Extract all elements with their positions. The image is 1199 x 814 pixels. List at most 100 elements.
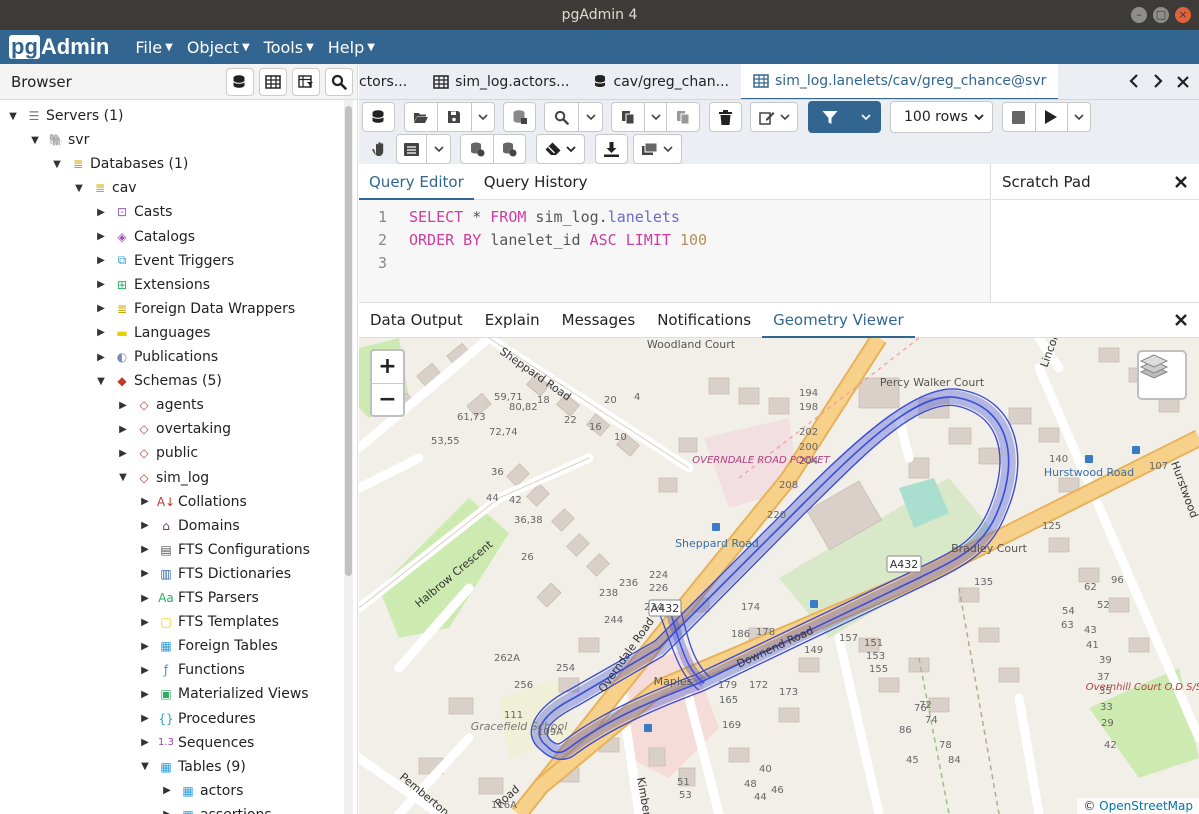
- tab-close-button[interactable]: [1177, 73, 1189, 92]
- tree-node[interactable]: ▶ ⊡ Casts: [94, 200, 172, 224]
- tree-node[interactable]: ▶ ◇ overtaking: [116, 417, 231, 441]
- tree-node[interactable]: ▶ ≣ Foreign Data Wrappers: [94, 297, 295, 321]
- tree-node[interactable]: ▶ ▦ Foreign Tables: [138, 634, 278, 658]
- tab-messages[interactable]: Messages: [551, 302, 647, 338]
- geometry-map[interactable]: Sheppard Road Halbrow Crescent Downend R…: [359, 338, 1199, 814]
- tree-node[interactable]: ▶ ▬ Languages: [94, 321, 210, 345]
- menu-file[interactable]: File ▼: [135, 38, 172, 57]
- rollback-button[interactable]: [493, 135, 525, 163]
- chevron-down-icon[interactable]: ▼: [138, 761, 152, 772]
- save-file-button[interactable]: [438, 103, 470, 131]
- chevron-right-icon[interactable]: ▶: [138, 544, 152, 555]
- tree-node[interactable]: ▶ ▦assertions: [160, 803, 272, 814]
- zoom-in-button[interactable]: +: [372, 351, 403, 383]
- view-data-button[interactable]: [259, 67, 287, 96]
- tree-node[interactable]: ▼ ☰ Servers (1): [6, 104, 123, 128]
- chevron-down-icon[interactable]: ▼: [50, 159, 64, 170]
- stop-button[interactable]: [1003, 103, 1035, 131]
- tree-node[interactable]: ▶ ▥ FTS Dictionaries: [138, 562, 291, 586]
- chevron-right-icon[interactable]: ▶: [138, 737, 152, 748]
- execute-button[interactable]: [1036, 103, 1068, 131]
- browser-scrollbar-thumb[interactable]: [345, 106, 352, 576]
- map-canvas[interactable]: Sheppard Road Halbrow Crescent Downend R…: [359, 338, 1199, 814]
- chevron-right-icon[interactable]: ▶: [160, 785, 174, 796]
- open-file-button[interactable]: [405, 103, 437, 131]
- tree-node[interactable]: ▶ ◇ agents: [116, 393, 204, 417]
- save-data-button[interactable]: [503, 102, 536, 132]
- tree-node[interactable]: ▶ Aa FTS Parsers: [138, 586, 259, 610]
- tree-node[interactable]: ▶ A↓ Collations: [138, 490, 247, 514]
- tab-explain[interactable]: Explain: [474, 302, 551, 338]
- chevron-right-icon[interactable]: ▶: [116, 424, 130, 435]
- tree-node[interactable]: ▼ ≣ cav: [72, 176, 136, 200]
- commit-button[interactable]: [461, 135, 493, 163]
- menu-help[interactable]: Help ▼: [328, 38, 375, 57]
- chevron-right-icon[interactable]: ▶: [138, 641, 152, 652]
- paste-button[interactable]: [667, 103, 699, 131]
- osm-attribution-link[interactable]: OpenStreetMap: [1099, 799, 1193, 813]
- explain-button[interactable]: [362, 134, 395, 164]
- tree-node[interactable]: ▶ ⌂ Domains: [138, 514, 239, 538]
- tab-sim-log-actors[interactable]: sim_log.actors...: [421, 64, 581, 99]
- download-csv-button[interactable]: [595, 134, 628, 164]
- tab-data-output[interactable]: Data Output: [359, 302, 474, 338]
- chevron-right-icon[interactable]: ▶: [94, 303, 108, 314]
- chevron-down-icon[interactable]: ▼: [94, 376, 108, 387]
- chevron-right-icon[interactable]: ▶: [138, 568, 152, 579]
- delete-button[interactable]: [709, 102, 742, 132]
- chevron-right-icon[interactable]: ▶: [116, 448, 130, 459]
- chevron-right-icon[interactable]: ▶: [138, 617, 152, 628]
- chevron-right-icon[interactable]: ▶: [138, 713, 152, 724]
- connection-status-button[interactable]: [362, 102, 395, 132]
- explain-dropdown-button[interactable]: [427, 135, 450, 163]
- tab-next-button[interactable]: [1153, 73, 1163, 92]
- macros-dropdown-button[interactable]: [633, 134, 682, 164]
- chevron-right-icon[interactable]: ▶: [138, 593, 152, 604]
- execute-dropdown-button[interactable]: [1068, 103, 1090, 131]
- tree-node[interactable]: ▶ ƒ Functions: [138, 658, 245, 682]
- chevron-down-icon[interactable]: ▼: [72, 183, 86, 194]
- tab-query-history[interactable]: Query History: [474, 164, 598, 200]
- rows-limit-select[interactable]: 100 rows: [890, 101, 993, 133]
- edit-dropdown-button[interactable]: [750, 102, 798, 132]
- find-dropdown-button[interactable]: [579, 103, 602, 131]
- tree-node[interactable]: ▶ ◐ Publications: [94, 345, 218, 369]
- find-button[interactable]: [545, 103, 578, 131]
- tree-node[interactable]: ▶ ▦ actors: [160, 779, 243, 803]
- tree-node[interactable]: ▶ 1.3 Sequences: [138, 731, 254, 755]
- tree-node[interactable]: ▼ ▦ Tables (9): [138, 755, 246, 779]
- tree-node[interactable]: ▶ ▣ Materialized Views: [138, 682, 308, 706]
- chevron-down-icon[interactable]: ▼: [116, 472, 130, 483]
- tab-actors-partial[interactable]: ctors...: [359, 64, 421, 99]
- sql-editor[interactable]: 1 SELECT * FROM sim_log. lanelets 2 ORDER BY…: [359, 200, 990, 302]
- menu-object[interactable]: Object ▼: [187, 38, 250, 57]
- minimize-button[interactable]: –: [1131, 7, 1147, 23]
- tree-node[interactable]: ▶ ▤ FTS Configurations: [138, 538, 310, 562]
- zoom-out-button[interactable]: −: [372, 383, 403, 415]
- tab-query-cav[interactable]: cav/greg_chan...: [582, 64, 742, 99]
- tab-sim-log-lanelets[interactable]: sim_log.lanelets/cav/greg_chance@svr: [741, 64, 1059, 99]
- chevron-right-icon[interactable]: ▶: [138, 689, 152, 700]
- chevron-down-icon[interactable]: ▼: [28, 135, 42, 146]
- browser-scrollbar[interactable]: [344, 100, 353, 814]
- chevron-right-icon[interactable]: ▶: [138, 520, 152, 531]
- copy-button[interactable]: [612, 103, 644, 131]
- clear-dropdown-button[interactable]: [536, 134, 585, 164]
- tab-notifications[interactable]: Notifications: [646, 302, 762, 338]
- close-window-button[interactable]: ×: [1175, 7, 1191, 23]
- maximize-button[interactable]: □: [1153, 7, 1169, 23]
- chevron-right-icon[interactable]: ▶: [94, 207, 108, 218]
- tree-node[interactable]: ▼ ≣ Databases (1): [50, 152, 188, 176]
- close-icon[interactable]: [1175, 175, 1187, 188]
- tree-node[interactable]: ▼ ◇ sim_log: [116, 466, 209, 490]
- tree-node[interactable]: ▶ ◇ public: [116, 441, 198, 465]
- chevron-right-icon[interactable]: ▶: [94, 327, 108, 338]
- chevron-right-icon[interactable]: ▶: [138, 496, 152, 507]
- tree-node[interactable]: ▶ ▢ FTS Templates: [138, 610, 279, 634]
- chevron-right-icon[interactable]: ▶: [138, 665, 152, 676]
- chevron-right-icon[interactable]: ▶: [94, 255, 108, 266]
- close-icon[interactable]: [1175, 314, 1187, 326]
- search-objects-button[interactable]: [325, 67, 353, 96]
- tab-geometry-viewer[interactable]: Geometry Viewer: [762, 302, 915, 338]
- tree-node[interactable]: ▼ ◆ Schemas (5): [94, 369, 222, 393]
